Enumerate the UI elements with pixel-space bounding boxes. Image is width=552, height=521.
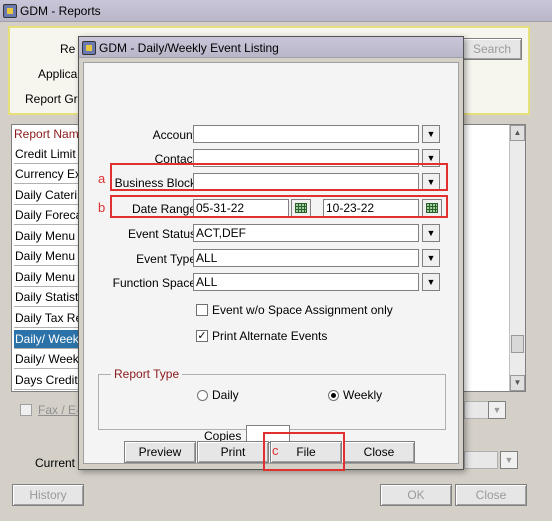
fax-dropdown-icon[interactable]: ▼ bbox=[488, 401, 506, 419]
list-item[interactable]: Daily Tax Re bbox=[14, 309, 80, 328]
report-list-scrollbar[interactable]: ▲ ▼ bbox=[509, 125, 525, 391]
main-close-button[interactable]: Close bbox=[455, 484, 527, 506]
list-item[interactable]: Daily Cateri bbox=[14, 186, 80, 205]
list-item[interactable]: Daily Menu bbox=[14, 268, 80, 287]
function-space-field[interactable]: ALL bbox=[193, 273, 419, 291]
report-type-legend: Report Type bbox=[111, 367, 183, 381]
annotation-event-status-box bbox=[110, 195, 448, 218]
event-type-field[interactable]: ALL bbox=[193, 249, 419, 267]
report-group-label: Report Gr bbox=[25, 92, 78, 106]
event-listing-dialog: GDM - Daily/Weekly Event Listing Account… bbox=[78, 36, 464, 470]
print-button[interactable]: Print bbox=[197, 441, 269, 463]
report-type-group: Report Type bbox=[98, 367, 446, 430]
report-name-header: Report Nam bbox=[14, 127, 79, 141]
ok-button[interactable]: OK bbox=[380, 484, 452, 506]
list-item[interactable]: Currency Ex bbox=[14, 165, 80, 184]
app-icon bbox=[3, 4, 17, 18]
event-status-label: Event Status bbox=[127, 227, 196, 241]
event-type-dropdown-icon[interactable]: ▼ bbox=[422, 249, 440, 267]
list-item[interactable]: Daily Menu bbox=[14, 247, 80, 266]
search-button[interactable]: Search bbox=[462, 38, 522, 60]
no-space-assignment-checkbox[interactable] bbox=[196, 304, 208, 316]
current-dropdown-icon[interactable]: ▼ bbox=[500, 451, 518, 469]
daily-radio-label: Daily bbox=[212, 388, 239, 402]
current-label: Current bbox=[35, 456, 76, 470]
scroll-down-icon[interactable]: ▼ bbox=[510, 375, 525, 391]
function-space-dropdown-icon[interactable]: ▼ bbox=[422, 273, 440, 291]
weekly-radio-label: Weekly bbox=[343, 388, 383, 402]
print-alternate-checkbox[interactable]: ✓ bbox=[196, 330, 208, 342]
close-button[interactable]: Close bbox=[343, 441, 415, 463]
annotation-letter-a: a bbox=[98, 171, 106, 186]
no-space-assignment-label: Event w/o Space Assignment only bbox=[212, 303, 393, 317]
scroll-up-icon[interactable]: ▲ bbox=[510, 125, 525, 141]
dialog-titlebar[interactable]: GDM - Daily/Weekly Event Listing bbox=[79, 37, 463, 58]
daily-radio[interactable] bbox=[197, 390, 208, 401]
annotation-letter-c: c bbox=[272, 443, 279, 458]
check-icon: ✓ bbox=[197, 330, 207, 342]
event-type-label: Event Type bbox=[136, 252, 196, 266]
weekly-radio[interactable] bbox=[328, 390, 339, 401]
fax-email-checkbox[interactable] bbox=[20, 404, 32, 416]
annotation-letter-b: b bbox=[98, 200, 106, 215]
dialog-app-icon bbox=[82, 41, 96, 55]
preview-button[interactable]: Preview bbox=[124, 441, 196, 463]
event-status-field[interactable]: ACT,DEF bbox=[193, 224, 419, 242]
history-button[interactable]: History bbox=[12, 484, 84, 506]
list-item[interactable]: Daily Foreca bbox=[14, 206, 80, 225]
event-status-dropdown-icon[interactable]: ▼ bbox=[422, 224, 440, 242]
list-item[interactable]: Daily Menu bbox=[14, 227, 80, 246]
report-label: Re bbox=[60, 42, 76, 56]
reports-window-title: GDM - Reports bbox=[20, 4, 101, 18]
list-item-selected[interactable]: Daily/ Week bbox=[14, 330, 80, 349]
list-item[interactable]: Daily/ Week bbox=[14, 350, 80, 369]
dialog-body: Account ▼ Contact ▼ Business Block ▼ Dat… bbox=[83, 62, 459, 464]
reports-titlebar[interactable]: GDM - Reports bbox=[0, 0, 552, 22]
account-dropdown-icon[interactable]: ▼ bbox=[422, 125, 440, 143]
print-alternate-label: Print Alternate Events bbox=[212, 329, 328, 343]
list-item[interactable]: Daily Statist bbox=[14, 288, 80, 307]
list-item[interactable]: Credit Limit bbox=[14, 145, 80, 164]
account-label: Account bbox=[152, 128, 196, 142]
fax-email-label: Fax / E- bbox=[38, 403, 81, 417]
function-space-label: Function Space bbox=[112, 276, 196, 290]
account-field[interactable] bbox=[193, 125, 419, 143]
dialog-title: GDM - Daily/Weekly Event Listing bbox=[99, 41, 279, 55]
list-item[interactable]: Days Credit bbox=[14, 371, 80, 390]
application-label: Applica bbox=[38, 67, 78, 81]
scroll-thumb[interactable] bbox=[511, 335, 524, 353]
annotation-date-range-box bbox=[110, 163, 448, 191]
current-field[interactable] bbox=[464, 451, 498, 469]
